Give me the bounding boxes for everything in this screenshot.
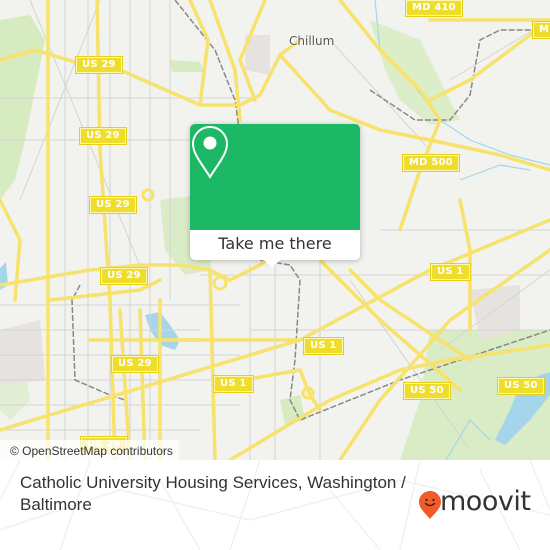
route-shield-us29: US 29: [111, 355, 159, 373]
route-shield-md: MD: [532, 21, 550, 39]
route-shield-us50: US 50: [497, 377, 545, 395]
moovit-logo[interactable]: moovit: [418, 484, 538, 524]
route-shield-us50: US 50: [403, 382, 451, 400]
location-popup[interactable]: Take me there: [190, 124, 360, 268]
route-shield-us1: US 1: [430, 263, 471, 281]
location-title: Catholic University Housing Services, Wa…: [20, 473, 406, 514]
map[interactable]: Chillum US 29 US 29 US 29 US 29 US 29 US…: [0, 0, 550, 460]
popup-header: [190, 124, 360, 230]
map-attribution[interactable]: © OpenStreetMap contributors: [0, 440, 179, 460]
route-shield-us1: US 1: [213, 375, 254, 393]
route-shield-us1: US 1: [303, 337, 344, 355]
moovit-pin-icon: [419, 491, 441, 519]
route-shield-us29: US 29: [89, 196, 137, 214]
route-shield-us29: US 29: [79, 127, 127, 145]
map-pin-icon: [191, 125, 229, 179]
route-shield-us29: US 29: [75, 56, 123, 74]
place-label-chillum: Chillum: [289, 34, 335, 48]
take-me-there-button[interactable]: Take me there: [190, 230, 360, 260]
popup-pointer: [264, 260, 280, 268]
route-shield-us29: US 29: [100, 267, 148, 285]
route-shield-md410: MD 410: [405, 0, 463, 17]
route-shield-md500: MD 500: [402, 154, 460, 172]
footer: Catholic University Housing Services, Wa…: [0, 460, 550, 550]
moovit-wordmark: moovit: [440, 486, 531, 517]
